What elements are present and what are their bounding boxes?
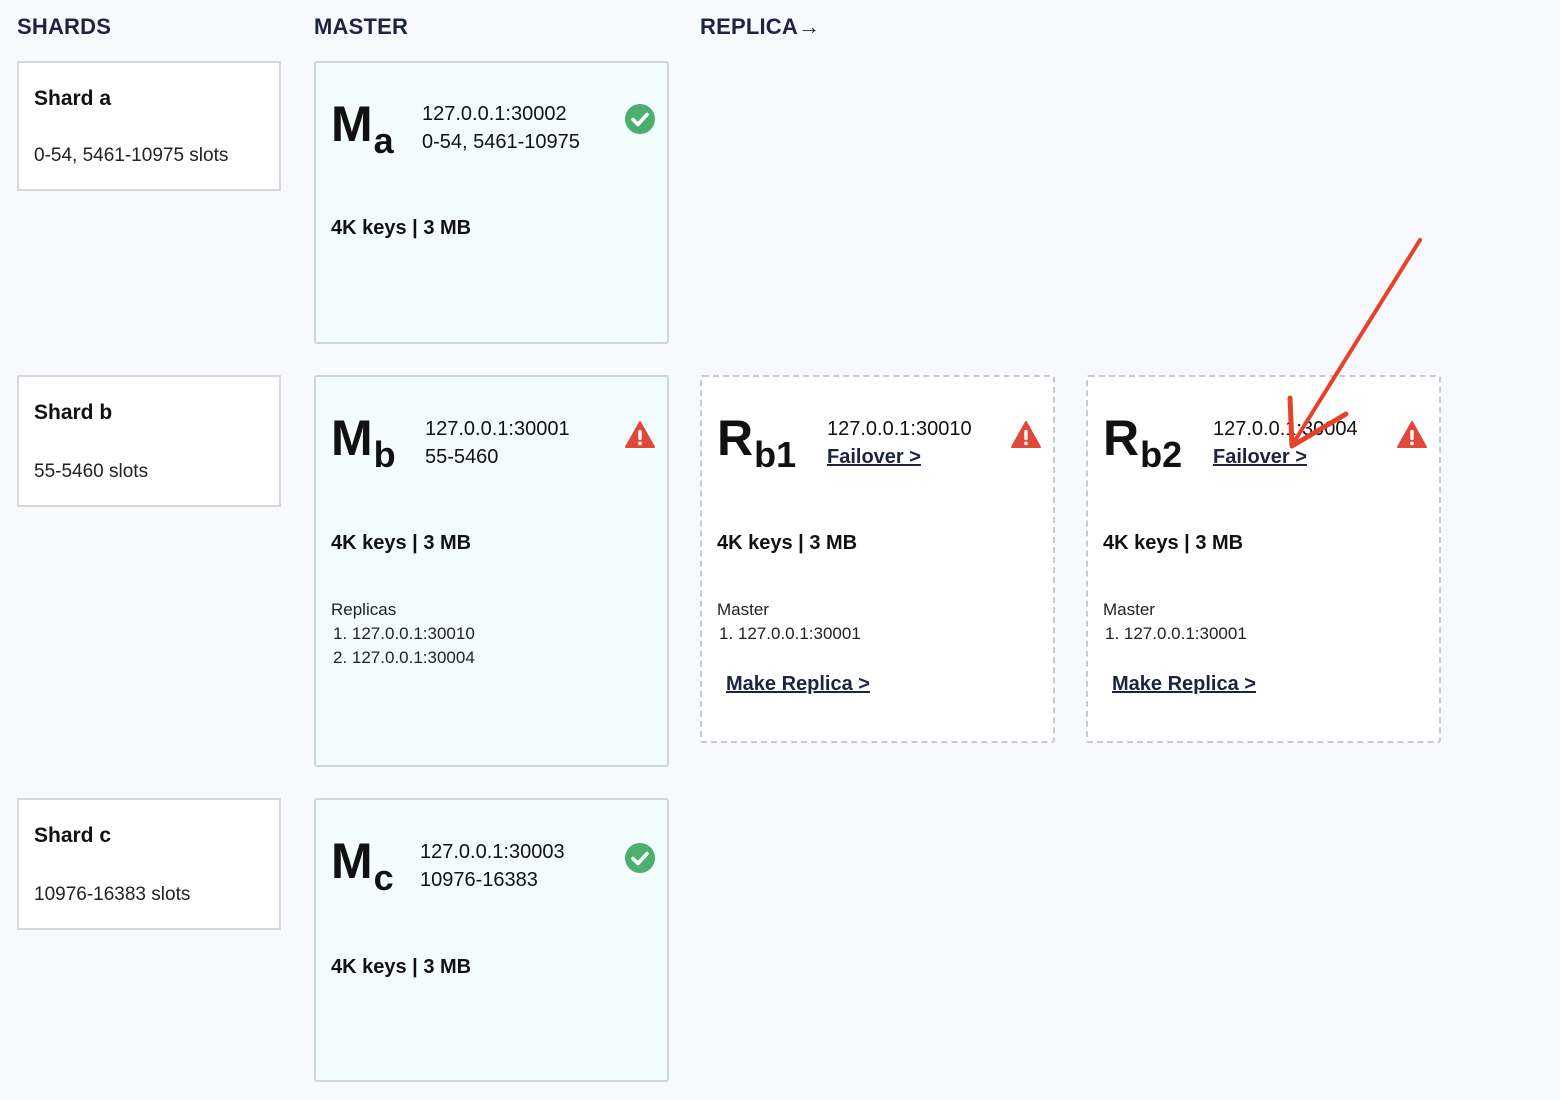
node-slot-range: 55-5460 — [425, 446, 499, 468]
master-list-item: 1. 127.0.0.1:30001 — [719, 624, 861, 643]
replica-header: REPLICA→ — [700, 14, 821, 39]
replica-card-b1: Rb1 127.0.0.1:30010 Failover > 4K keys |… — [700, 375, 1055, 743]
node-stats: 4K keys | 3 MB — [331, 532, 472, 554]
node-label: Ma — [331, 96, 394, 161]
node-address: 127.0.0.1:30004 — [1213, 418, 1358, 440]
node-label: Rb2 — [1103, 410, 1183, 475]
master-title: Master — [1103, 600, 1155, 619]
warning-icon — [1396, 419, 1428, 451]
shard-slots: 55-5460 slots — [34, 461, 149, 482]
node-stats: 4K keys | 3 MB — [331, 956, 472, 978]
master-card-c: Mc 127.0.0.1:30003 10976-16383 4K keys |… — [314, 798, 669, 1082]
make-replica-link[interactable]: Make Replica > — [726, 673, 870, 696]
shard-name: Shard c — [34, 824, 112, 847]
shard-card-a: Shard a 0-54, 5461-10975 slots — [17, 61, 281, 191]
replica-card-b2: Rb2 127.0.0.1:30004 Failover > 4K keys |… — [1086, 375, 1441, 743]
make-replica-link[interactable]: Make Replica > — [1112, 673, 1256, 696]
node-address-block: 127.0.0.1:30001 55-5460 — [425, 415, 570, 471]
warning-icon — [624, 419, 656, 451]
node-slot-range: 0-54, 5461-10975 — [422, 131, 580, 153]
node-address-block: 127.0.0.1:30004 Failover > — [1213, 415, 1358, 471]
status-ok-icon — [624, 842, 656, 874]
replica-list-item: 2. 127.0.0.1:30004 — [333, 648, 475, 667]
master-card-b: Mb 127.0.0.1:30001 55-5460 4K keys | 3 M… — [314, 375, 669, 767]
shards-header: SHARDS — [17, 14, 112, 39]
shard-slots: 0-54, 5461-10975 slots — [34, 145, 229, 166]
node-label: Rb1 — [717, 410, 797, 475]
shard-name: Shard a — [34, 87, 112, 110]
node-address-block: 127.0.0.1:30002 0-54, 5461-10975 — [422, 100, 580, 156]
node-address: 127.0.0.1:30002 — [422, 103, 567, 125]
status-ok-icon — [624, 103, 656, 135]
shard-card-b: Shard b 55-5460 slots — [17, 375, 281, 507]
master-card-a: Ma 127.0.0.1:30002 0-54, 5461-10975 4K k… — [314, 61, 669, 344]
shard-card-c: Shard c 10976-16383 slots — [17, 798, 281, 930]
shard-slots: 10976-16383 slots — [34, 884, 191, 905]
node-stats: 4K keys | 3 MB — [331, 217, 472, 239]
failover-link[interactable]: Failover > — [1213, 443, 1307, 471]
node-label: Mc — [331, 833, 394, 898]
replicas-title: Replicas — [331, 600, 397, 619]
node-label: Mb — [331, 410, 396, 475]
node-address: 127.0.0.1:30003 — [420, 841, 565, 863]
node-address-block: 127.0.0.1:30003 10976-16383 — [420, 838, 565, 894]
replica-list-item: 1. 127.0.0.1:30010 — [333, 624, 475, 643]
node-stats: 4K keys | 3 MB — [1103, 532, 1244, 554]
master-list-item: 1. 127.0.0.1:30001 — [1105, 624, 1247, 643]
node-address: 127.0.0.1:30010 — [827, 418, 972, 440]
node-address-block: 127.0.0.1:30010 Failover > — [827, 415, 972, 471]
node-stats: 4K keys | 3 MB — [717, 532, 858, 554]
master-title: Master — [717, 600, 769, 619]
node-slot-range: 10976-16383 — [420, 869, 538, 891]
warning-icon — [1010, 419, 1042, 451]
shard-name: Shard b — [34, 401, 113, 424]
failover-link[interactable]: Failover > — [827, 443, 921, 471]
master-header: MASTER — [314, 14, 409, 39]
node-address: 127.0.0.1:30001 — [425, 418, 570, 440]
